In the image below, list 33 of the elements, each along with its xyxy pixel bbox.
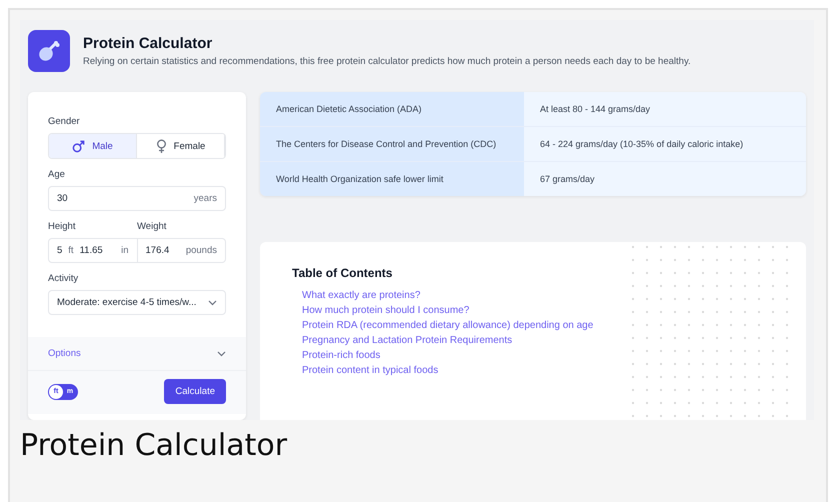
toc-link[interactable]: Pregnancy and Lactation Protein Requirements bbox=[302, 335, 512, 346]
table-cell: World Health Organization safe lower limit bbox=[260, 162, 524, 196]
toc-title: Table of Contents bbox=[292, 266, 394, 280]
table-cell: 67 grams/day bbox=[524, 162, 806, 196]
male-icon bbox=[72, 140, 86, 152]
gender-option[interactable]: Male bbox=[49, 134, 137, 158]
caption: Protein Calculator bbox=[20, 428, 288, 463]
toc-link[interactable]: How much protein should I consume? bbox=[302, 305, 470, 316]
toc-link[interactable]: Protein content in typical foods bbox=[302, 365, 438, 376]
toc-link[interactable]: Protein-rich foods bbox=[302, 350, 380, 361]
female-icon bbox=[156, 139, 167, 153]
table-cell: 64 - 224 grams/day (10-35% of daily caloric intake) bbox=[524, 127, 806, 161]
table-cell: At least 80 - 144 grams/day bbox=[524, 92, 806, 126]
app-logo bbox=[28, 30, 70, 72]
toc-link[interactable]: Protein RDA (recommended dietary allowance) depending on age bbox=[302, 320, 594, 331]
field-label: Age bbox=[48, 169, 66, 180]
chevron-icon bbox=[217, 350, 226, 356]
field-label: Gender bbox=[48, 116, 81, 127]
options-toggle[interactable]: Options bbox=[28, 337, 246, 371]
activity-select[interactable]: Moderate: exercise 4-5 times/w... bbox=[48, 290, 226, 315]
field-label: Weight bbox=[137, 221, 168, 232]
table-cell: The Centers for Disease Control and Prevention (CDC) bbox=[260, 127, 524, 161]
toc-link[interactable]: What exactly are proteins? bbox=[302, 290, 420, 301]
field-label: Activity bbox=[48, 273, 80, 284]
field-label: Height bbox=[48, 221, 76, 232]
chevron-icon bbox=[208, 300, 217, 306]
weight-field[interactable]: 176.4 pounds bbox=[138, 238, 226, 263]
height-field[interactable]: 5 ft 11.65 in bbox=[48, 238, 138, 263]
page-subtitle: Relying on certain statistics and recommendations, this free protein calculator predicts how much protein a person needs each day to be healthy. bbox=[83, 56, 691, 67]
page-title: Protein Calculator bbox=[83, 35, 214, 52]
age-field[interactable]: 30 years bbox=[48, 186, 226, 211]
table-cell: American Dietetic Association (ADA) bbox=[260, 92, 524, 126]
calculate-button[interactable]: Calculate bbox=[164, 379, 226, 404]
